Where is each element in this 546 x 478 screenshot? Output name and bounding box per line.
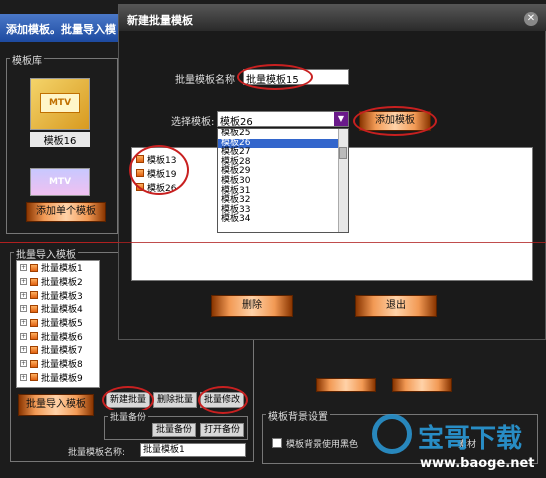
dropdown-option[interactable]: 模板34 [218,215,348,225]
dialog-name-label: 批量模板名称 [175,75,235,86]
thumbnail-2-text: MTV [48,177,72,187]
delete-button[interactable]: 删除 [211,295,293,317]
tree-item-label: 批量模板3 [41,291,83,302]
tree-item[interactable]: + 批量模板4 [17,302,99,316]
highlight-circle [237,64,313,90]
highlight-circle [353,106,437,136]
dropdown-scrollbar[interactable] [338,129,348,232]
batch-template-tree[interactable]: + 批量模板1 + 批量模板2 + 批量模板3 + 批量模板4 + 批量模板5 + 批量模板… [16,260,100,388]
template-thumbnail[interactable]: MTV [30,78,90,130]
tree-item-label: 批量模板2 [41,278,83,289]
bg-settings-label: 模板背景设置 [266,408,330,423]
tree-item[interactable]: + 批量模板8 [17,357,99,371]
thumbnail-text: MTV [40,93,80,113]
template-library-label: 模板库 [10,52,44,67]
new-batch-dialog: 新建批量模板 ✕ 批量模板名称 批量模板15 选择模板: 模板26 ▼ 添加模板… [118,4,546,340]
folder-icon [30,304,38,313]
tree-item-label: 批量模板4 [41,305,83,316]
expand-icon[interactable]: + [20,360,27,368]
expand-icon[interactable]: + [20,278,27,286]
backup-group-label: 批量备份 [108,410,149,423]
batch-name-label: 批量模板名称: [68,448,126,458]
backup-button[interactable]: 批量备份 [152,423,196,437]
bg-orange-button-2[interactable] [392,378,452,392]
folder-icon [30,263,38,272]
highlight-circle [129,145,189,195]
dialog-title: 新建批量模板 [119,5,546,31]
tree-item[interactable]: + 批量模板1 [17,261,99,275]
tree-item-label: 批量模板6 [41,332,83,343]
template-select[interactable]: 模板26 ▼ [217,111,349,127]
folder-icon [30,332,38,341]
folder-icon [30,345,38,354]
tree-item[interactable]: + 批量模板6 [17,329,99,343]
expand-icon[interactable]: + [20,264,27,272]
add-single-template-button[interactable]: 添加单个模板 [26,202,106,222]
template-select-value: 模板26 [220,117,253,127]
tree-item-label: 批量模板8 [41,360,83,371]
batch-import-label: 批量导入模板 [14,246,78,261]
expand-icon[interactable]: + [20,332,27,340]
batch-import-button[interactable]: 批量导入模板 [18,394,94,416]
bg-orange-button[interactable] [316,378,376,392]
expand-icon[interactable]: + [20,305,27,313]
expand-icon[interactable]: + [20,346,27,354]
open-backup-button[interactable]: 打开备份 [200,423,244,437]
tree-item-label: 批量模板1 [41,264,83,275]
scroll-thumb[interactable] [339,147,347,159]
bg-black-checkbox[interactable] [272,438,282,448]
template-thumbnail-2[interactable]: MTV [30,168,90,196]
select-template-label: 选择模板: [171,117,215,128]
folder-icon [30,277,38,286]
folder-icon [30,373,38,382]
batch-name-field[interactable]: 批量模板1 [140,443,246,457]
watermark-url: www.baoge.net [420,456,535,471]
expand-icon[interactable]: + [20,373,27,381]
divider-line-overlay [0,242,546,243]
thumbnail-label: 模板16 [30,132,90,147]
expand-icon[interactable]: + [20,291,27,299]
tree-item-label: 批量模板7 [41,346,83,357]
tree-item-label: 批量模板5 [41,319,83,330]
exit-button[interactable]: 退出 [355,295,437,317]
template-dropdown-list[interactable]: 模板25 模板26 模板27 模板28 模板29 模板30 模板31 模板32 … [217,128,349,233]
watermark-brand: 宝哥下载 [418,424,523,454]
folder-icon [30,318,38,327]
tree-item[interactable]: + 批量模板9 [17,371,99,385]
folder-icon [30,291,38,300]
chevron-down-icon[interactable]: ▼ [334,112,348,126]
folder-icon [30,359,38,368]
tree-item[interactable]: + 批量模板2 [17,275,99,289]
main-window-title: 添加模板。批量导入模 [0,14,130,42]
delete-batch-button[interactable]: 删除批量 [153,392,197,408]
highlight-circle [198,386,248,414]
bg-checkbox-label: 模板背景使用黑色 [286,440,359,450]
tree-item-label: 批量模板9 [41,373,83,384]
tree-item[interactable]: + 批量模板7 [17,343,99,357]
watermark-logo-icon [372,414,412,454]
close-icon[interactable]: ✕ [524,12,538,26]
tree-item[interactable]: + 批量模板3 [17,288,99,302]
expand-icon[interactable]: + [20,319,27,327]
tree-item[interactable]: + 批量模板5 [17,316,99,330]
